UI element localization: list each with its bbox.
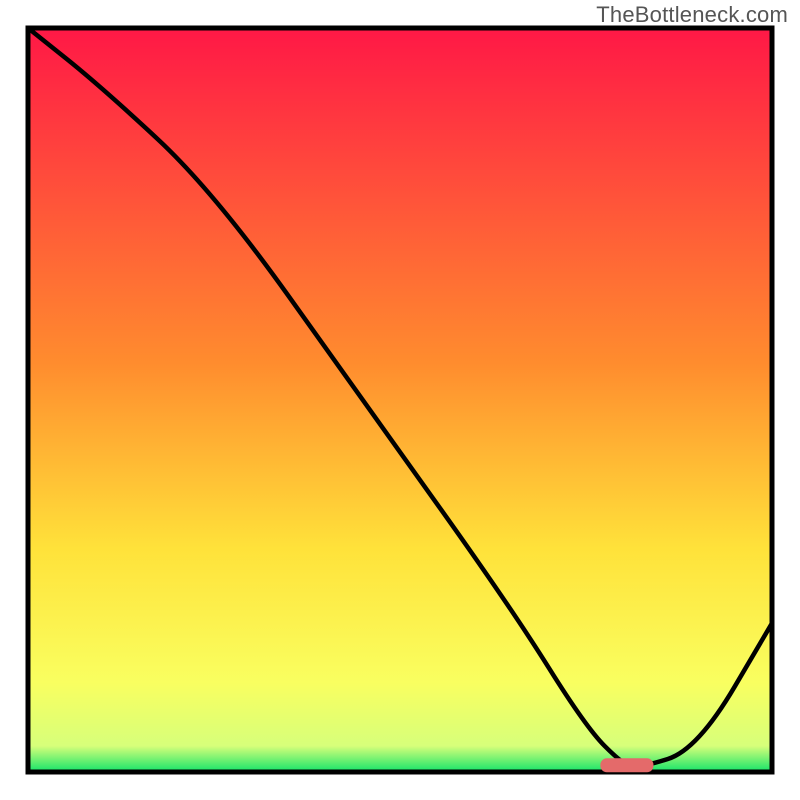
watermark-text: TheBottleneck.com — [596, 2, 788, 28]
chart-frame: TheBottleneck.com — [0, 0, 800, 800]
chart-svg — [0, 0, 800, 800]
plot-area — [28, 28, 772, 772]
minimum-marker — [601, 759, 653, 772]
gradient-background — [28, 28, 772, 772]
